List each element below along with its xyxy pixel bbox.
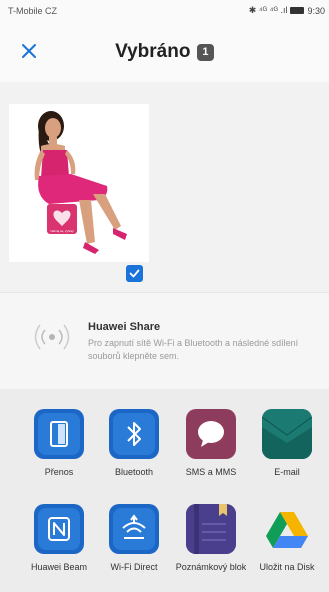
app-label: Uložit na Disk <box>259 562 315 572</box>
status-bar: T-Mobile CZ ✱ ⁴ᴳ ⁴ᴳ .ıl 9:30 <box>0 0 329 24</box>
phone-clone-icon <box>34 409 84 459</box>
share-app-grid: Přenos Bluetooth SMS a MMS E-mail Huawei… <box>0 389 329 592</box>
sticker-text: Nahraj sa, vyhraj! <box>50 229 74 233</box>
huawei-share-description: Pro zapnutí sítě Wi-Fi a Bluetooth a nás… <box>88 338 299 361</box>
app-label: Wi-Fi Direct <box>110 562 158 572</box>
email-icon <box>262 409 312 459</box>
preview-area: Nahraj sa, vyhraj! <box>0 82 329 292</box>
page-title: Vybráno <box>115 41 191 62</box>
header: Vybráno 1 <box>0 24 329 82</box>
signal-indicator: ✱ ⁴ᴳ ⁴ᴳ .ıl <box>248 5 288 15</box>
battery-icon <box>290 7 305 14</box>
selected-count-badge: 1 <box>196 43 214 61</box>
wifi-direct-icon <box>109 504 159 554</box>
huawei-share-title: Huawei Share <box>88 321 161 333</box>
huawei-share-panel[interactable]: Huawei Share Pro zapnutí sítě Wi-Fi a Bl… <box>0 292 329 390</box>
app-ulozit-na-disk[interactable]: Uložit na Disk <box>249 504 325 573</box>
app-label: Poznámkový blok <box>175 562 247 572</box>
wireless-share-icon <box>34 324 70 350</box>
sms-icon <box>186 409 236 459</box>
app-label: E-mail <box>274 467 300 477</box>
select-checkbox[interactable] <box>126 265 143 282</box>
app-label: Bluetooth <box>114 467 154 477</box>
app-wifi-direct[interactable]: Wi-Fi Direct <box>96 504 172 573</box>
app-poznamkovy-blok[interactable]: Poznámkový blok <box>173 504 249 573</box>
image-thumbnail[interactable]: Nahraj sa, vyhraj! <box>9 104 149 262</box>
status-icons: ✱ ⁴ᴳ ⁴ᴳ .ıl 9:30 <box>249 5 325 16</box>
nfc-icon <box>34 504 84 554</box>
app-bluetooth[interactable]: Bluetooth <box>96 409 172 478</box>
checkmark-icon <box>129 269 140 278</box>
notepad-icon <box>186 504 236 554</box>
carrier-name: T-Mobile CZ <box>8 6 58 16</box>
app-label: Huawei Beam <box>30 562 88 572</box>
google-drive-icon <box>262 504 312 554</box>
app-sms-mms[interactable]: SMS a MMS <box>173 409 249 478</box>
app-prenos[interactable]: Přenos <box>21 409 97 478</box>
app-label: Přenos <box>44 467 74 477</box>
clock: 9:30 <box>307 5 325 16</box>
bluetooth-icon <box>109 409 159 459</box>
app-huawei-beam[interactable]: Huawei Beam <box>21 504 97 573</box>
woman-in-pink-dress-image: Nahraj sa, vyhraj! <box>9 104 149 262</box>
app-label: SMS a MMS <box>185 467 237 477</box>
app-email[interactable]: E-mail <box>249 409 325 478</box>
